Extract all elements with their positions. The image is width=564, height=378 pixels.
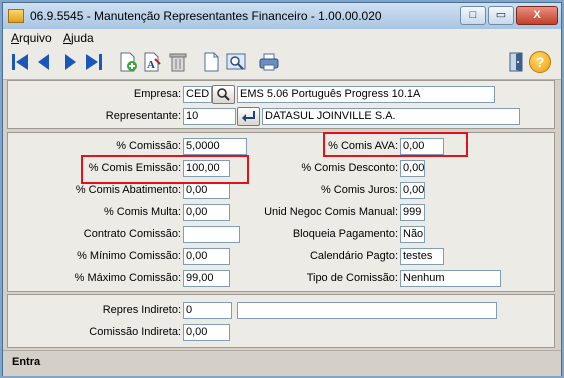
representante-name-field: DATASUL JOINVILLE S.A. (262, 108, 520, 125)
comis-desconto-field[interactable]: 0,00 (400, 160, 425, 177)
menu-ajuda[interactable]: Ajuda (63, 31, 94, 45)
comis-desconto-label: % Comis Desconto: (301, 162, 398, 174)
contrato-comissao-field[interactable] (183, 226, 240, 243)
comissao-label: % Comissão: (116, 140, 181, 152)
empresa-name-field: EMS 5.06 Português Progress 10.1A (237, 86, 495, 103)
delete-icon[interactable] (167, 51, 189, 73)
comis-juros-label: % Comis Juros: (320, 184, 398, 196)
tipo-comissao-label: Tipo de Comissão: (306, 272, 398, 284)
empresa-search-button[interactable] (212, 85, 235, 104)
help-icon[interactable]: ? (529, 51, 551, 73)
minimo-comissao-label: % Mínimo Comissão: (77, 250, 181, 262)
unid-negoc-label: Unid Negoc Comis Manual: (264, 206, 398, 218)
search-document-icon[interactable] (225, 51, 247, 73)
menu-arquivo[interactable]: Arquivo (11, 31, 52, 45)
repres-indireto-name-field (237, 302, 497, 319)
text-edit-icon[interactable]: A (141, 51, 163, 73)
highlight-box-ava (323, 132, 468, 157)
bloqueia-pagamento-field[interactable]: Não (400, 226, 425, 243)
close-button[interactable]: X (516, 6, 558, 25)
representante-go-button[interactable] (237, 107, 260, 126)
new-document-icon[interactable] (117, 51, 139, 73)
title-bar[interactable]: 06.9.5545 - Manutenção Representantes Fi… (3, 3, 561, 29)
calendario-pagto-field[interactable]: testes (400, 248, 444, 265)
commission-group: % Comissão: 5,0000 % Comis Emissão: 100,… (7, 132, 555, 292)
toolbar: A ? (3, 47, 561, 80)
comissao-field[interactable]: 5,0000 (183, 138, 247, 155)
tipo-comissao-field[interactable]: Nenhum (400, 270, 501, 287)
last-record-icon[interactable] (83, 51, 105, 73)
blank-document-icon[interactable] (201, 51, 223, 73)
comissao-indireta-field[interactable]: 0,00 (183, 324, 230, 341)
repres-indireto-field[interactable]: 0 (183, 302, 232, 319)
empresa-label: Empresa: (133, 88, 181, 100)
menu-bar: Arquivo Ajuda (3, 29, 561, 48)
maximo-comissao-field[interactable]: 99,00 (183, 270, 230, 287)
comis-juros-field[interactable]: 0,00 (400, 182, 425, 199)
print-icon[interactable] (258, 51, 280, 73)
unid-negoc-field[interactable]: 999 (400, 204, 425, 221)
comis-multa-field[interactable]: 0,00 (183, 204, 230, 221)
window-title: 06.9.5545 - Manutenção Representantes Fi… (30, 9, 382, 23)
empresa-code-field[interactable]: CED (183, 86, 212, 103)
status-bar: Entra (3, 350, 561, 376)
enter-arrow-icon (242, 111, 255, 122)
next-record-icon[interactable] (59, 51, 81, 73)
representante-code-field[interactable]: 10 (183, 108, 236, 125)
form-content: Empresa: CED EMS 5.06 Português Progress… (3, 80, 561, 350)
minimize-button[interactable]: □ (460, 6, 486, 25)
maximo-comissao-label: % Máximo Comissão: (74, 272, 181, 284)
previous-record-icon[interactable] (33, 51, 55, 73)
minimo-comissao-field[interactable]: 0,00 (183, 248, 230, 265)
representante-label: Representante: (105, 110, 181, 122)
first-record-icon[interactable] (9, 51, 31, 73)
indirect-group: Repres Indireto: 0 Comissão Indireta: 0,… (7, 294, 555, 348)
exit-icon[interactable] (505, 51, 527, 73)
highlight-box-emissao (81, 155, 249, 184)
app-window: 06.9.5545 - Manutenção Representantes Fi… (2, 2, 562, 376)
contrato-comissao-label: Contrato Comissão: (83, 228, 181, 240)
calendario-pagto-label: Calendário Pagto: (309, 250, 398, 262)
comis-abatimento-field[interactable]: 0,00 (183, 182, 230, 199)
repres-indireto-label: Repres Indireto: (102, 304, 181, 316)
status-text: Entra (12, 356, 41, 368)
comissao-indireta-label: Comissão Indireta: (89, 326, 181, 338)
maximize-button[interactable]: ▭ (488, 6, 514, 25)
bloqueia-pagamento-label: Bloqueia Pagamento: (292, 228, 398, 240)
comis-abatimento-label: % Comis Abatimento: (75, 184, 181, 196)
svg-text:A: A (147, 59, 155, 71)
comis-multa-label: % Comis Multa: (103, 206, 181, 218)
header-group: Empresa: CED EMS 5.06 Português Progress… (7, 80, 555, 129)
magnifier-icon (217, 88, 230, 101)
app-icon (8, 9, 24, 23)
